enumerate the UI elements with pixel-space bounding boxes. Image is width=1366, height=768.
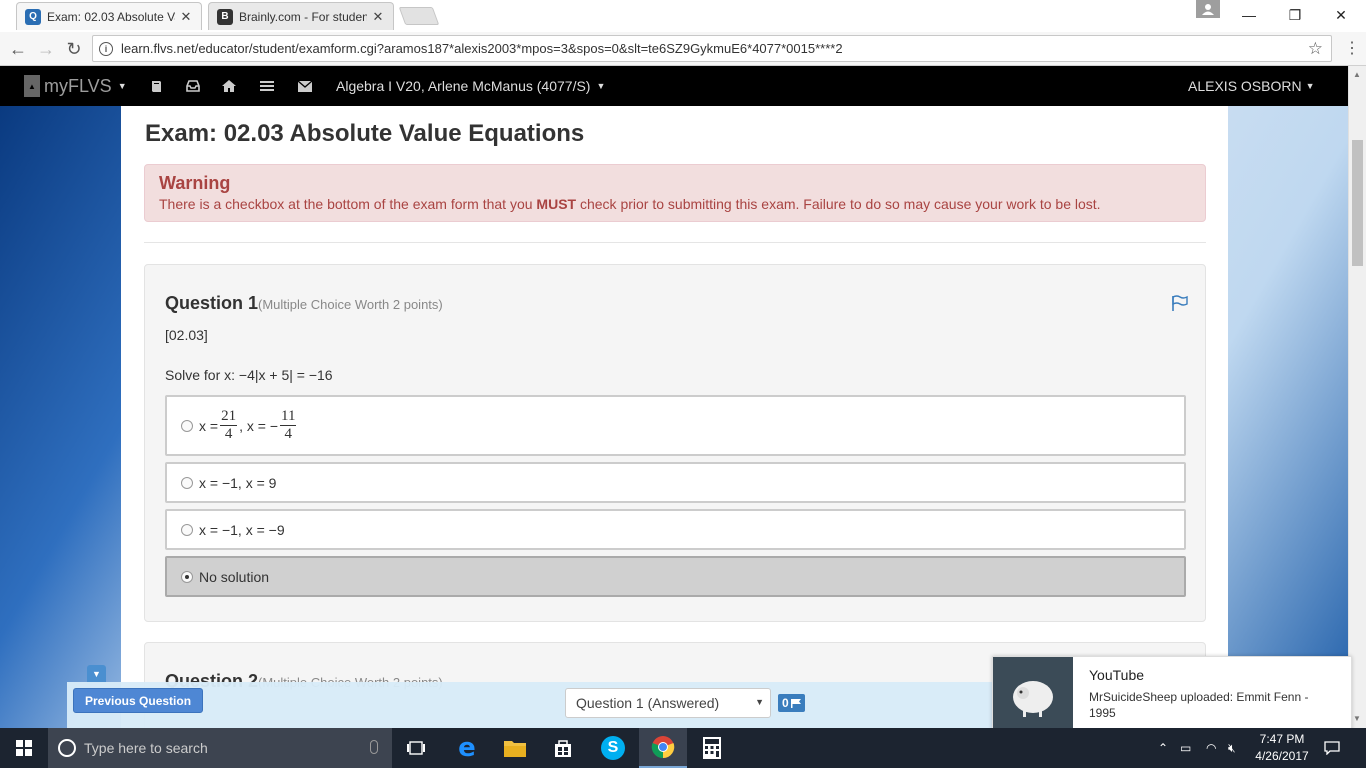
- tray-chevron-icon[interactable]: ⌃: [1158, 728, 1168, 768]
- file-explorer-icon[interactable]: [491, 728, 539, 768]
- cortana-icon: [58, 739, 76, 757]
- myflvs-menu[interactable]: ▲ myFLVS ▼: [24, 66, 127, 106]
- warning-emphasis: MUST: [536, 196, 577, 212]
- reload-icon[interactable]: ↻: [62, 38, 86, 60]
- flag-count-badge[interactable]: 0: [778, 694, 805, 712]
- close-tab-icon[interactable]: ✕: [179, 9, 193, 25]
- windows-start-icon[interactable]: [0, 728, 48, 768]
- calculator-icon[interactable]: [688, 728, 736, 768]
- back-icon[interactable]: ←: [6, 38, 30, 60]
- chrome-icon[interactable]: [639, 728, 687, 768]
- chevron-down-icon: ▼: [755, 697, 764, 707]
- logo-text: myFLVS: [44, 75, 112, 96]
- profile-icon[interactable]: [1196, 0, 1220, 18]
- warning-title: Warning: [159, 173, 231, 193]
- close-tab-icon[interactable]: ✕: [371, 9, 385, 25]
- caret-down-icon: ▼: [1305, 81, 1315, 91]
- main-content: Exam: 02.03 Absolute Value Equations War…: [121, 106, 1228, 728]
- notification-body: MrSuicideSheep uploaded: Emmit Fenn - 19…: [1089, 690, 1309, 720]
- taskbar-search[interactable]: Type here to search: [48, 728, 392, 768]
- home-icon[interactable]: [222, 66, 236, 106]
- browser-toolbar: ← → ↻ i learn.flvs.net/educator/student/…: [0, 32, 1366, 66]
- answer-choice-2[interactable]: x = −1, x = 9: [165, 462, 1186, 503]
- windows-taskbar: Type here to search e S ⌃ ▭ ◠ 🔇︎ 7:47 PM…: [0, 728, 1366, 768]
- tab-title: Brainly.com - For student: [239, 9, 367, 24]
- bookmark-star-icon[interactable]: ☆: [1308, 39, 1323, 59]
- fraction: 11 4: [280, 408, 297, 442]
- caret-down-icon: ▼: [596, 81, 606, 91]
- warning-alert: Warning There is a checkbox at the botto…: [144, 164, 1206, 222]
- course-name: Algebra I V20, Arlene McManus (4077/S): [336, 78, 591, 94]
- previous-question-button[interactable]: Previous Question: [73, 688, 204, 713]
- radio-button[interactable]: [181, 476, 193, 489]
- store-icon[interactable]: [539, 728, 587, 768]
- brainly-favicon-icon: B: [217, 8, 233, 25]
- task-view-icon[interactable]: [392, 728, 440, 768]
- system-clock[interactable]: 7:47 PM 4/26/2017: [1252, 731, 1312, 765]
- battery-icon[interactable]: ▭: [1180, 728, 1191, 768]
- minimize-icon[interactable]: —: [1226, 0, 1272, 30]
- forward-icon[interactable]: →: [34, 38, 58, 60]
- user-name: ALEXIS OSBORN: [1188, 78, 1302, 94]
- page-scrollbar[interactable]: ▲ ▼: [1348, 66, 1366, 728]
- notification-title: YouTube: [1089, 667, 1145, 683]
- answer-choice-4[interactable]: No solution: [165, 556, 1186, 597]
- collapse-toggle-icon[interactable]: ▼: [87, 665, 106, 683]
- list-menu-icon[interactable]: [260, 66, 274, 106]
- flvs-favicon-icon: Q: [25, 8, 41, 25]
- volume-muted-icon[interactable]: 🔇︎: [1228, 728, 1236, 768]
- edge-browser-icon[interactable]: e: [443, 728, 491, 768]
- divider: [144, 242, 1206, 243]
- question-select[interactable]: Question 1 (Answered) ▼: [565, 688, 771, 718]
- course-dropdown[interactable]: Algebra I V20, Arlene McManus (4077/S) ▼: [336, 66, 605, 106]
- url-text: learn.flvs.net/educator/student/examform…: [121, 41, 843, 56]
- tab-exam[interactable]: Q Exam: 02.03 Absolute Val ✕: [16, 2, 202, 30]
- page-title: Exam: 02.03 Absolute Value Equations: [145, 120, 585, 147]
- question-heading: Question 1(Multiple Choice Worth 2 point…: [165, 293, 443, 313]
- channel-thumbnail-icon: [993, 657, 1073, 737]
- restore-icon[interactable]: ❐: [1272, 0, 1318, 30]
- question-prompt: Solve for x: −4|x + 5| = −16: [165, 367, 333, 383]
- question-panel: Question 1(Multiple Choice Worth 2 point…: [144, 264, 1206, 622]
- answer-choice-3[interactable]: x = −1, x = −9: [165, 509, 1186, 550]
- caret-down-icon: ▼: [117, 81, 127, 91]
- mail-icon[interactable]: [298, 66, 312, 106]
- radio-button[interactable]: [181, 523, 193, 536]
- new-tab-button[interactable]: [398, 7, 440, 25]
- browser-menu-icon[interactable]: ⋮: [1344, 38, 1360, 58]
- radio-button-selected[interactable]: [181, 570, 193, 583]
- search-placeholder: Type here to search: [84, 740, 208, 756]
- question-code: [02.03]: [165, 327, 208, 343]
- radio-button[interactable]: [181, 419, 193, 432]
- close-window-icon[interactable]: ✕: [1318, 0, 1364, 30]
- skype-icon[interactable]: S: [589, 728, 637, 768]
- address-bar[interactable]: i learn.flvs.net/educator/student/examfo…: [92, 35, 1332, 62]
- user-dropdown[interactable]: ALEXIS OSBORN ▼: [1188, 66, 1315, 106]
- question-worth: (Multiple Choice Worth 2 points): [258, 297, 443, 312]
- flvs-logo-icon: ▲: [24, 75, 40, 97]
- tab-title: Exam: 02.03 Absolute Val: [47, 9, 175, 24]
- action-center-icon[interactable]: [1324, 728, 1340, 768]
- book-icon[interactable]: [150, 66, 163, 106]
- warning-text: There is a checkbox at the bottom of the…: [159, 196, 1101, 212]
- microphone-icon[interactable]: [370, 740, 378, 754]
- scroll-up-icon[interactable]: ▲: [1353, 70, 1361, 79]
- info-icon[interactable]: i: [99, 41, 113, 56]
- browser-tabstrip: Q Exam: 02.03 Absolute Val ✕ B Brainly.c…: [0, 0, 1366, 32]
- inbox-icon[interactable]: [186, 66, 200, 106]
- wifi-icon[interactable]: ◠: [1206, 728, 1216, 768]
- tab-brainly[interactable]: B Brainly.com - For student ✕: [208, 2, 394, 30]
- app-navbar: ▲ myFLVS ▼ Algebra I V20, Arlene McManus…: [0, 66, 1348, 106]
- fraction: 21 4: [220, 408, 238, 442]
- answer-choice-1[interactable]: x = 21 4 , x = − 11 4: [165, 395, 1186, 456]
- flag-icon[interactable]: [1171, 295, 1189, 311]
- flag-icon: [790, 698, 801, 708]
- scroll-thumb[interactable]: [1352, 140, 1363, 266]
- scroll-down-icon[interactable]: ▼: [1353, 714, 1361, 723]
- page-background: Exam: 02.03 Absolute Value Equations War…: [0, 106, 1348, 728]
- youtube-notification[interactable]: YouTube MrSuicideSheep uploaded: Emmit F…: [992, 656, 1352, 737]
